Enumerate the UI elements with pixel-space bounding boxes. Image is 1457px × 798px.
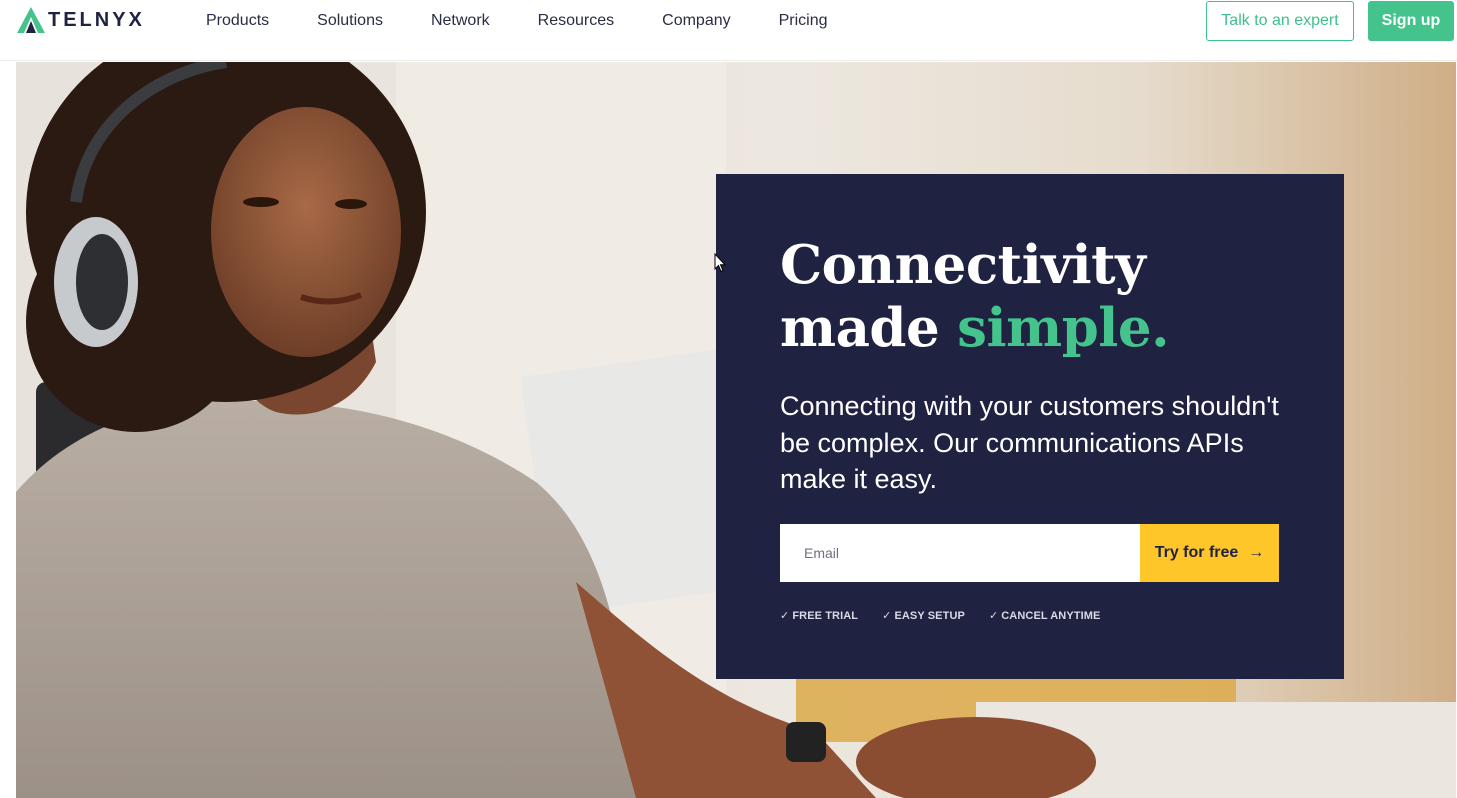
nav-company[interactable]: Company bbox=[662, 11, 730, 31]
hero-card: Connectivity made simple. Connecting wit… bbox=[716, 174, 1344, 679]
try-for-free-label: Try for free bbox=[1154, 544, 1239, 561]
talk-to-expert-button[interactable]: Talk to an expert bbox=[1206, 1, 1354, 41]
nav-products[interactable]: Products bbox=[206, 11, 269, 31]
try-for-free-button[interactable]: Try for free → bbox=[1140, 524, 1279, 582]
nav-solutions[interactable]: Solutions bbox=[317, 11, 383, 31]
headline-accent: simple. bbox=[957, 297, 1170, 359]
hero-subtext: Connecting with your customers shouldn't… bbox=[780, 391, 1279, 494]
check-icon: ✓ bbox=[780, 610, 790, 622]
feature-free-trial: ✓ FREE TRIAL bbox=[780, 610, 859, 622]
telnyx-logo-icon bbox=[17, 7, 45, 33]
feature-cancel-anytime: ✓ CANCEL ANYTIME bbox=[988, 610, 1101, 622]
check-icon: ✓ bbox=[988, 610, 999, 622]
top-navigation: TELNYX Products Solutions Network Resour… bbox=[0, 0, 1457, 61]
hero-headline: Connectivity made simple. bbox=[780, 234, 1300, 360]
telnyx-logo[interactable]: TELNYX bbox=[16, 6, 145, 34]
nav-resources[interactable]: Resources bbox=[538, 11, 614, 31]
headline-line1: Connectivity bbox=[780, 234, 1146, 296]
email-input[interactable] bbox=[780, 524, 1140, 582]
arrow-right-icon: → bbox=[1248, 544, 1265, 561]
main-menu: Products Solutions Network Resources Com… bbox=[206, 11, 876, 31]
feature-list: ✓ FREE TRIAL ✓ EASY SETUP ✓ CANCEL ANYTIME bbox=[780, 609, 1124, 622]
check-icon: ✓ bbox=[882, 610, 892, 622]
mouse-cursor-icon bbox=[714, 253, 726, 273]
sign-up-button[interactable]: Sign up bbox=[1368, 1, 1454, 41]
signup-form: Try for free → bbox=[780, 524, 1279, 582]
feature-easy-setup: ✓ EASY SETUP bbox=[882, 610, 965, 622]
headline-line2: made bbox=[780, 297, 958, 359]
nav-pricing[interactable]: Pricing bbox=[779, 11, 828, 31]
hero-section: Connectivity made simple. Connecting wit… bbox=[16, 62, 1456, 798]
logo-wordmark: TELNYX bbox=[48, 8, 145, 31]
nav-network[interactable]: Network bbox=[431, 11, 490, 31]
